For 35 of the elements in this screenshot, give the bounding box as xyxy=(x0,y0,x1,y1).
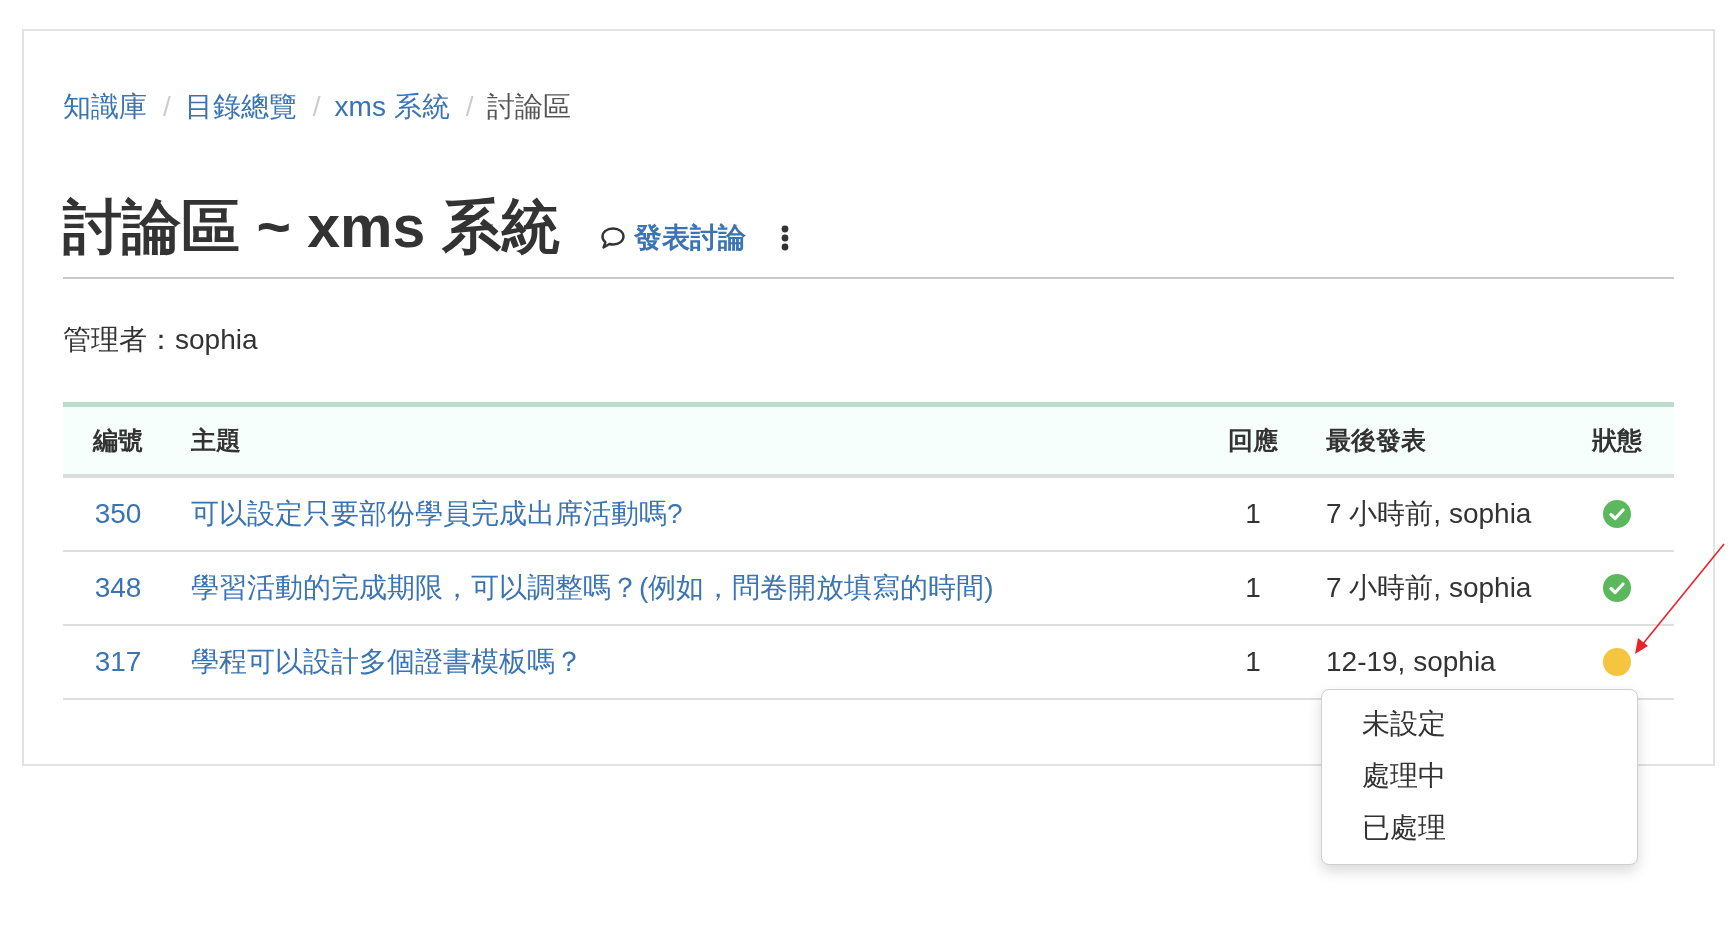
breadcrumb-separator: / xyxy=(311,90,322,124)
column-header: 狀態 xyxy=(1592,425,1642,456)
column-header: 最後發表 xyxy=(1326,425,1426,456)
menu-item[interactable]: 處理中 xyxy=(1322,750,1637,802)
column-header: 主題 xyxy=(191,425,241,456)
topic-number-link[interactable]: 348 xyxy=(94,572,142,604)
manager-text: 管理者：sophia xyxy=(63,323,259,357)
check-circle-icon[interactable] xyxy=(1603,500,1631,528)
breadcrumb-link[interactable]: 知識庫 xyxy=(63,89,147,125)
last-post-text: 7 小時前, sophia xyxy=(1326,497,1532,531)
breadcrumb-separator: / xyxy=(162,90,172,124)
last-post-text: 7 小時前, sophia xyxy=(1326,571,1532,605)
reply-count: 1 xyxy=(1245,498,1261,530)
topic-number-link[interactable]: 317 xyxy=(94,646,142,678)
breadcrumb-link[interactable]: 目錄總覽 xyxy=(184,89,297,125)
topic-link[interactable]: 學程可以設計多個證書模板嗎？ xyxy=(191,643,583,681)
last-post-text: 12-19, sophia xyxy=(1326,646,1496,678)
page-title: 討論區 ~ xms 系統 xyxy=(63,193,560,262)
menu-item[interactable]: 已處理 xyxy=(1322,802,1637,854)
reply-count: 1 xyxy=(1245,572,1261,604)
topic-link[interactable]: 學習活動的完成期限，可以調整嗎？(例如，問卷開放填寫的時間) xyxy=(191,569,994,607)
column-header: 編號 xyxy=(93,425,143,456)
new-post-link[interactable]: 發表討論 xyxy=(599,219,746,257)
more-options-icon[interactable] xyxy=(779,225,790,251)
breadcrumb-separator: / xyxy=(464,90,475,124)
status-dot-icon[interactable] xyxy=(1603,648,1631,676)
reply-count: 1 xyxy=(1245,646,1261,678)
menu-item[interactable]: 未設定 xyxy=(1322,698,1637,750)
topic-link[interactable]: 可以設定只要部份學員完成出席活動嗎? xyxy=(191,495,683,533)
breadcrumb-link[interactable]: xms 系統 xyxy=(334,89,450,125)
topic-number-link[interactable]: 350 xyxy=(94,498,142,530)
column-header: 回應 xyxy=(1228,425,1278,456)
current-page-text: 討論區 xyxy=(487,90,572,124)
speech-bubble-icon xyxy=(599,226,626,250)
check-circle-icon[interactable] xyxy=(1603,574,1631,602)
